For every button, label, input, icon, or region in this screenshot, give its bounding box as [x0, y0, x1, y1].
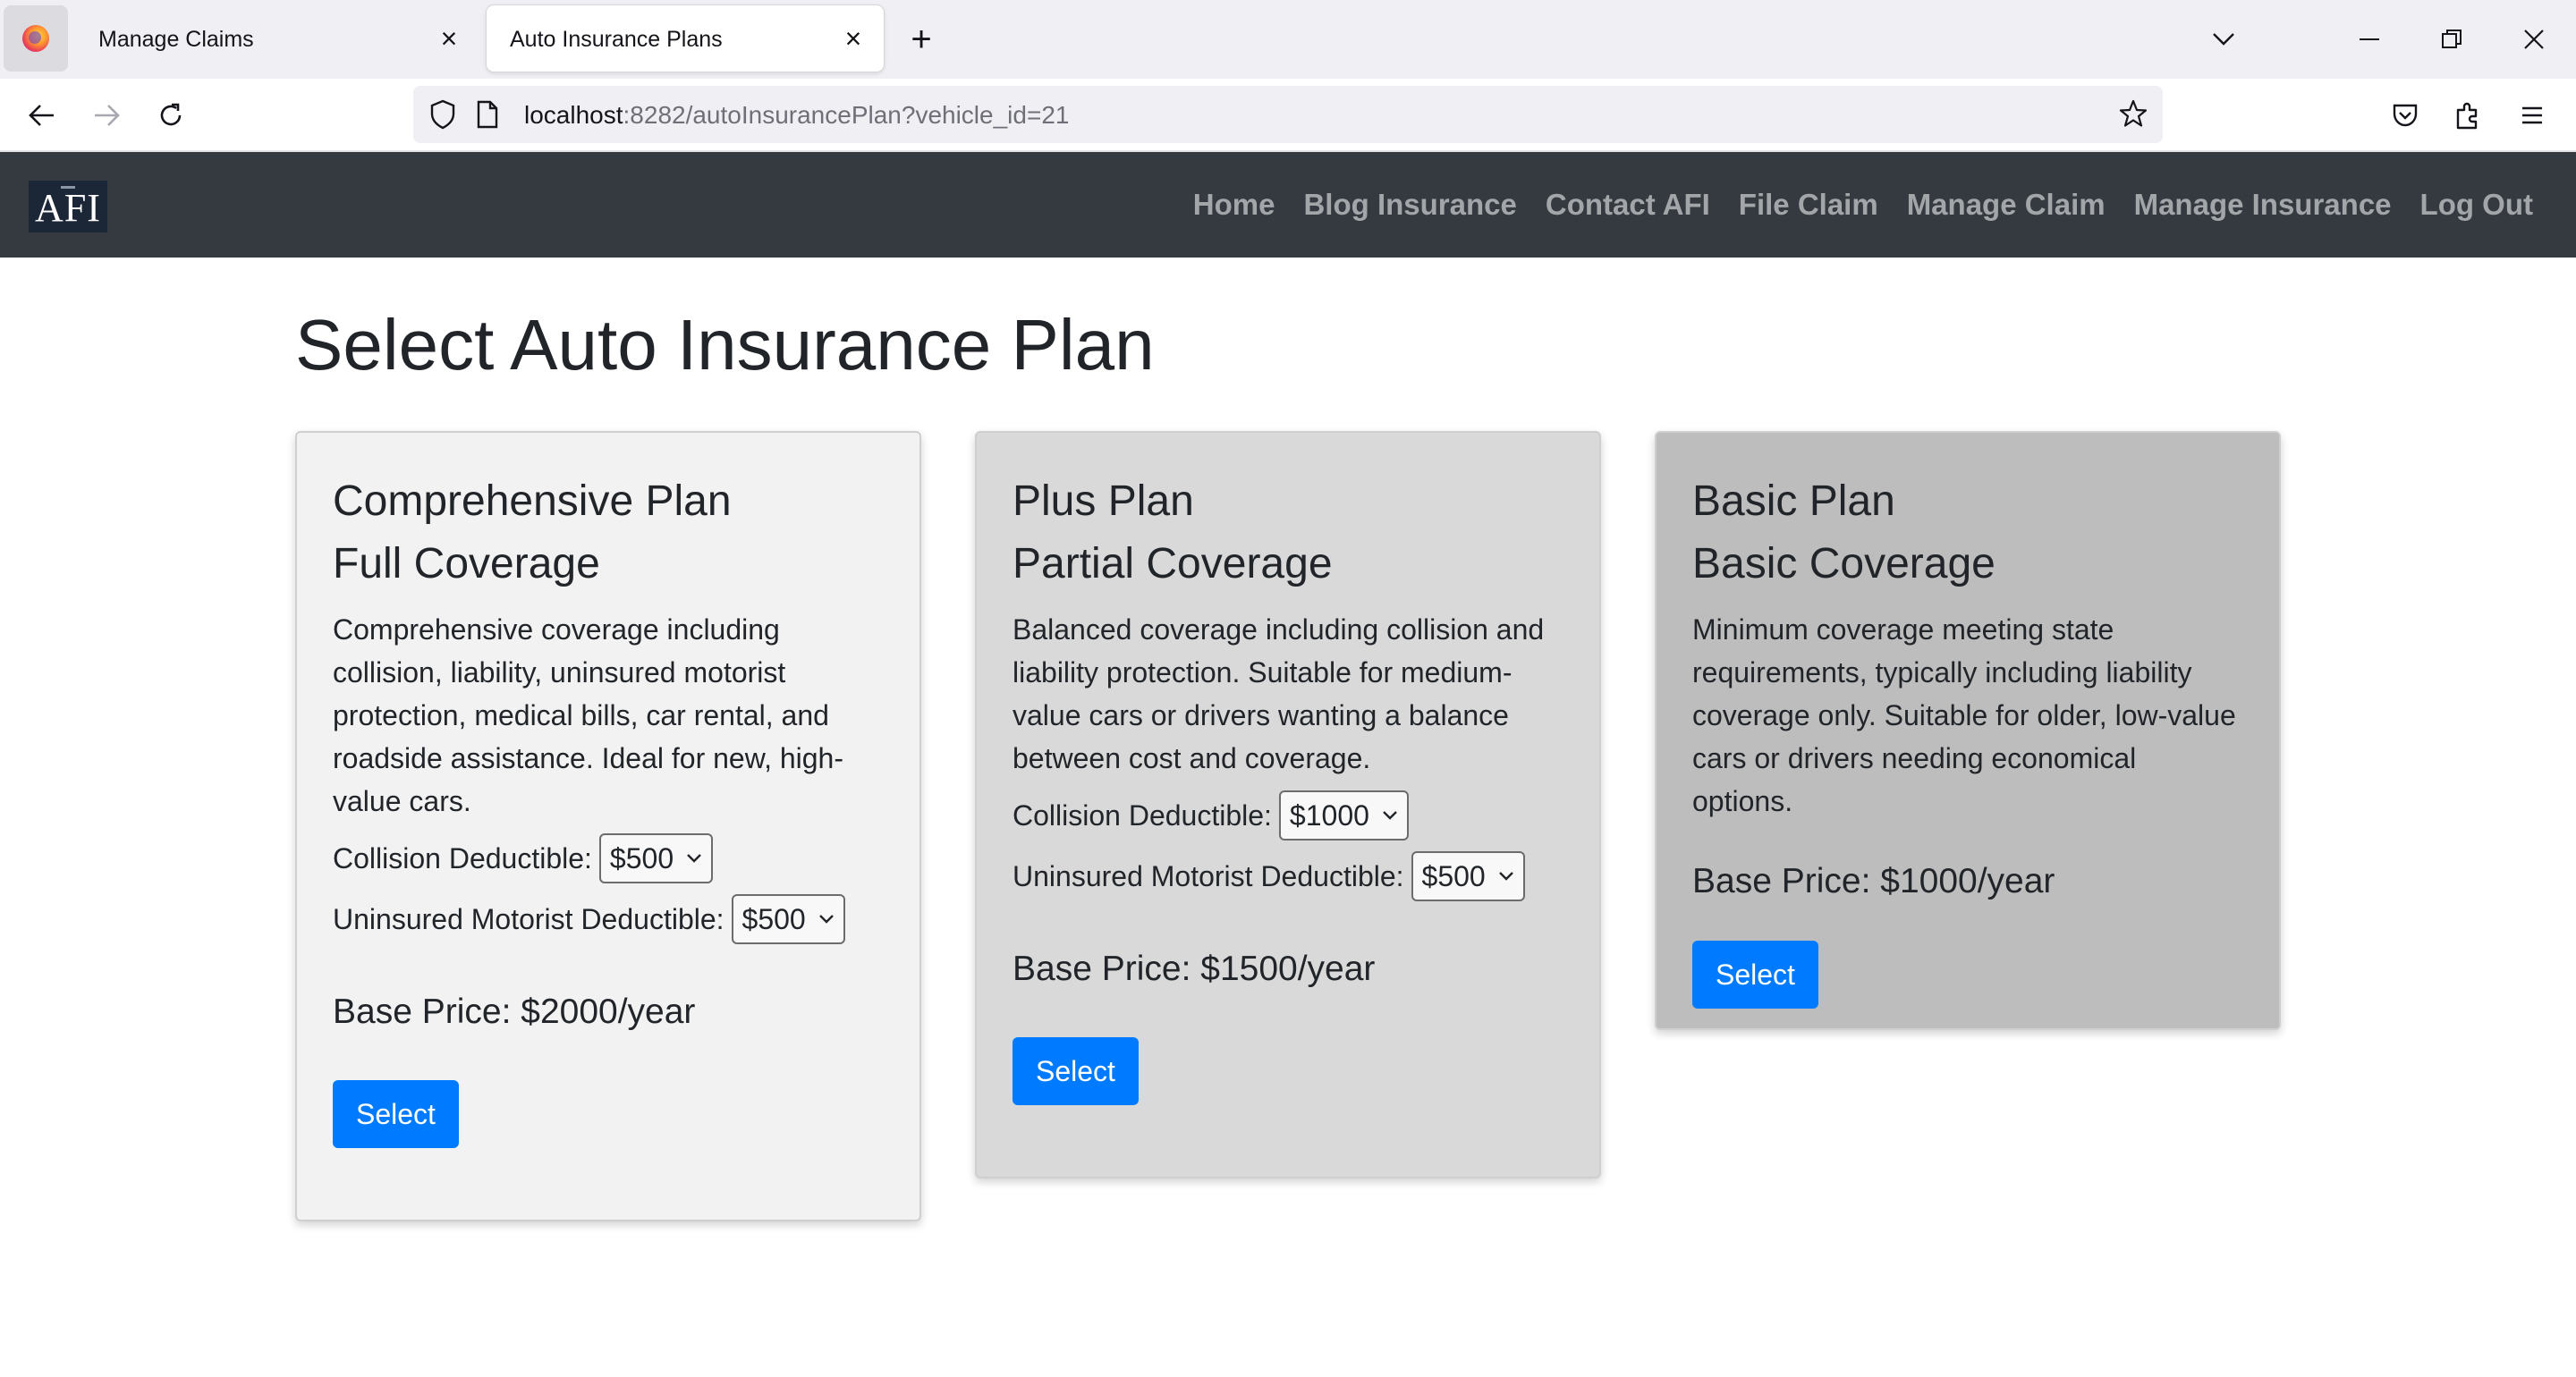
url-path: :8282/autoInsurancePlan?vehicle_id=21 — [623, 101, 1070, 129]
select-plan-button[interactable]: Select — [1013, 1037, 1139, 1105]
collision-deductible-select[interactable]: $1000 — [1278, 790, 1409, 841]
site-navbar: AFI Home Blog Insurance Contact AFI File… — [0, 152, 2576, 258]
plan-description: Comprehensive coverage including collisi… — [333, 613, 843, 817]
nav-link-file-claim[interactable]: File Claim — [1739, 188, 1878, 222]
select-value: $500 — [741, 902, 806, 935]
minimize-icon[interactable] — [2347, 18, 2392, 61]
collision-deductible-select[interactable]: $500 — [598, 833, 714, 883]
uninsured-deductible-row: Uninsured Motorist Deductible: $500 — [333, 894, 884, 944]
url-bar[interactable]: localhost:8282/autoInsurancePlan?vehicle… — [413, 86, 2163, 143]
browser-toolbar: localhost:8282/autoInsurancePlan?vehicle… — [0, 79, 2576, 152]
back-arrow-icon[interactable] — [20, 93, 64, 138]
close-icon[interactable]: × — [835, 21, 871, 56]
collision-deductible-label: Collision Deductible: — [333, 841, 592, 874]
nav-link-manage-insurance[interactable]: Manage Insurance — [2134, 188, 2392, 222]
collision-deductible-label: Collision Deductible: — [1013, 798, 1272, 832]
tab-title: Manage Claims — [98, 27, 254, 52]
uninsured-deductible-select[interactable]: $500 — [731, 894, 845, 944]
extensions-icon[interactable] — [2445, 93, 2490, 138]
plan-card-plus: Plus Plan Partial Coverage Balanced cove… — [975, 431, 1601, 1178]
tab-manage-claims[interactable]: Manage Claims × — [75, 5, 479, 72]
nav-link-home[interactable]: Home — [1193, 188, 1275, 222]
plan-description: Minimum coverage meeting state requireme… — [1692, 613, 2236, 817]
forward-arrow-icon[interactable] — [84, 93, 129, 138]
uninsured-deductible-label: Uninsured Motorist Deductible: — [1013, 859, 1404, 892]
plan-description: Balanced coverage including collision an… — [1013, 613, 1545, 774]
plan-name: Comprehensive Plan — [333, 477, 732, 525]
chevron-down-icon — [1498, 872, 1513, 881]
plan-name: Plus Plan — [1013, 477, 1194, 525]
nav-link-log-out[interactable]: Log Out — [2420, 188, 2533, 222]
select-plan-button[interactable]: Select — [1692, 941, 1818, 1009]
plan-coverage: Partial Coverage — [1013, 540, 1333, 587]
nav-link-blog-insurance[interactable]: Blog Insurance — [1303, 188, 1516, 222]
close-window-icon[interactable] — [2512, 18, 2556, 61]
chevron-down-icon[interactable] — [2204, 20, 2243, 59]
select-value: $500 — [609, 841, 674, 874]
menu-icon[interactable] — [2510, 93, 2555, 138]
collision-deductible-row: Collision Deductible: $1000 — [1013, 790, 1563, 841]
page-title: Select Auto Insurance Plan — [295, 305, 1155, 384]
pocket-icon[interactable] — [2383, 93, 2428, 138]
uninsured-deductible-row: Uninsured Motorist Deductible: $500 — [1013, 851, 1563, 901]
plan-card-basic: Basic Plan Basic Coverage Minimum covera… — [1655, 431, 2281, 1030]
url-host: localhost — [524, 101, 623, 129]
chevron-down-icon — [1383, 811, 1397, 820]
page-icon[interactable] — [476, 100, 499, 133]
firefox-view-button[interactable] — [4, 5, 68, 72]
plan-price: Base Price: $1500/year — [1013, 950, 1376, 988]
main-nav: Home Blog Insurance Contact AFI File Cla… — [1193, 152, 2533, 258]
nav-link-contact-afi[interactable]: Contact AFI — [1546, 188, 1710, 222]
select-value: $1000 — [1289, 798, 1369, 832]
select-plan-button[interactable]: Select — [333, 1080, 459, 1148]
plan-coverage: Basic Coverage — [1692, 540, 1996, 587]
close-icon[interactable]: × — [431, 21, 467, 56]
chevron-down-icon — [687, 854, 701, 863]
new-tab-plus-icon[interactable]: + — [902, 20, 941, 59]
brand-logo[interactable]: AFI — [29, 181, 107, 232]
bookmark-star-icon[interactable] — [2118, 98, 2148, 133]
nav-link-manage-claim[interactable]: Manage Claim — [1907, 188, 2106, 222]
select-value: $500 — [1421, 859, 1486, 892]
plan-price: Base Price: $2000/year — [333, 993, 696, 1031]
collision-deductible-row: Collision Deductible: $500 — [333, 833, 884, 883]
shield-icon[interactable] — [429, 99, 456, 134]
plan-coverage: Full Coverage — [333, 540, 600, 587]
plan-card-comprehensive: Comprehensive Plan Full Coverage Compreh… — [295, 431, 921, 1221]
url-text[interactable]: localhost:8282/autoInsurancePlan?vehicle… — [524, 101, 1069, 130]
browser-tab-bar: Manage Claims × Auto Insurance Plans × + — [0, 0, 2576, 79]
tab-title: Auto Insurance Plans — [510, 27, 723, 52]
restore-icon[interactable] — [2429, 18, 2474, 61]
uninsured-deductible-select[interactable]: $500 — [1411, 851, 1525, 901]
plan-price: Base Price: $1000/year — [1692, 862, 2055, 900]
reload-icon[interactable] — [148, 93, 193, 138]
chevron-down-icon — [818, 915, 834, 924]
uninsured-deductible-label: Uninsured Motorist Deductible: — [333, 902, 724, 935]
tab-auto-insurance-plans[interactable]: Auto Insurance Plans × — [487, 5, 884, 72]
firefox-icon — [22, 25, 49, 52]
plan-name: Basic Plan — [1692, 477, 1895, 525]
